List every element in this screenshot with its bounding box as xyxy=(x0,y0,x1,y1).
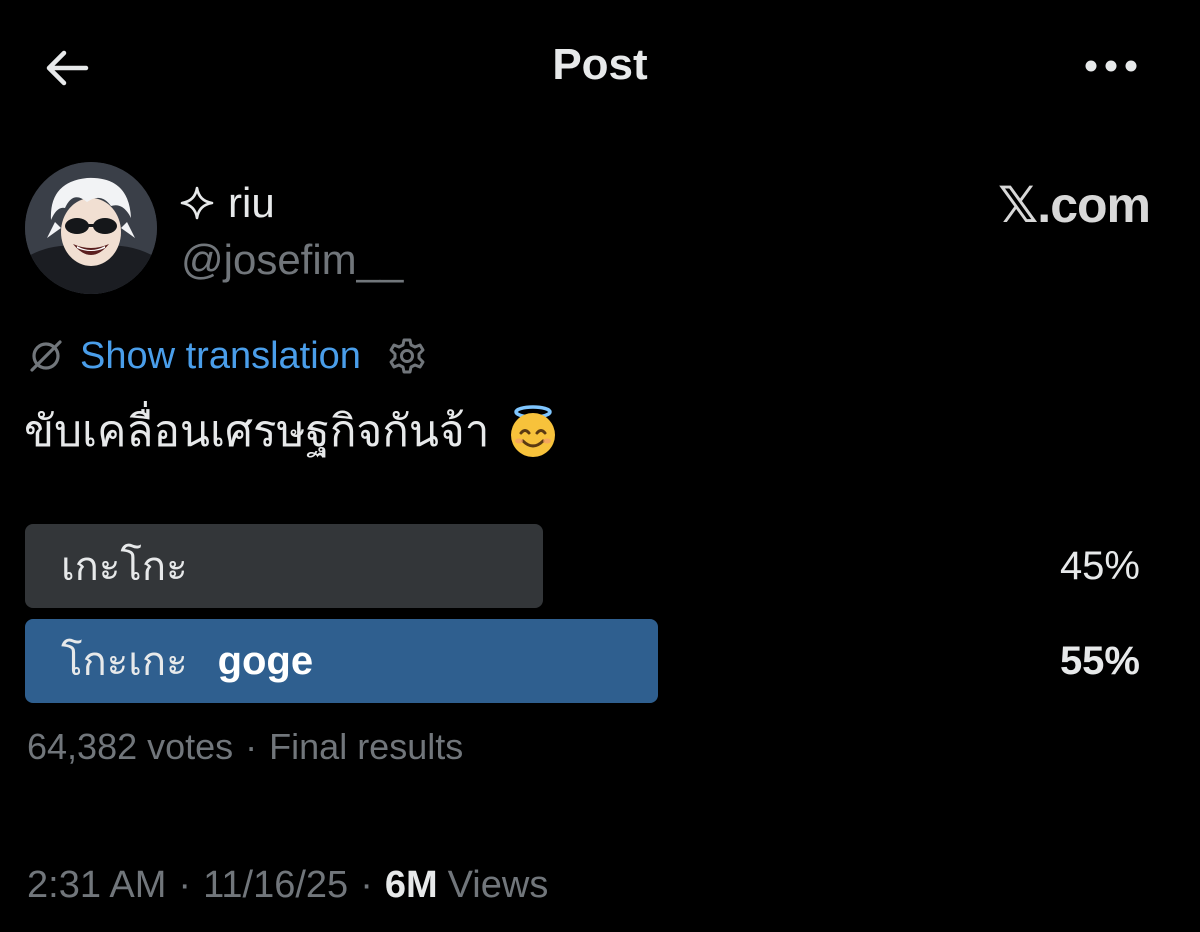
poll-option-text: เกะโกะ xyxy=(61,544,188,590)
post-time[interactable]: 2:31 AM xyxy=(27,864,166,907)
brand-logo: 𝕏 xyxy=(998,176,1038,234)
post-date[interactable]: 11/16/25 xyxy=(203,864,348,907)
page-title: Post xyxy=(552,40,648,89)
poll-status: Final results xyxy=(269,726,464,767)
poll-option[interactable]: เกะโกะ 45% xyxy=(25,524,1140,608)
views-count: 6M xyxy=(384,864,438,906)
back-button[interactable] xyxy=(36,42,96,94)
smiling-halo-emoji-icon xyxy=(511,405,556,457)
poll-option-label: โกะเกะ goge xyxy=(61,629,313,693)
display-name-text: riu xyxy=(228,179,275,226)
views-label: Views xyxy=(447,864,549,906)
translation-row: Show translation xyxy=(28,332,429,380)
poll-option-extra-text: goge xyxy=(217,638,314,683)
post-metadata: 2:31 AM · 11/16/25 · 6M Views xyxy=(27,864,549,907)
poll-option-text: โกะเกะ xyxy=(61,639,188,685)
more-dots-icon xyxy=(1085,60,1137,72)
display-name[interactable]: riu xyxy=(180,178,275,228)
more-options-button[interactable] xyxy=(1078,44,1144,88)
translate-globe-icon xyxy=(30,340,62,372)
show-translation-link[interactable]: Show translation xyxy=(80,335,361,378)
gear-icon xyxy=(389,338,425,374)
poll-option-label: เกะโกะ xyxy=(61,534,188,598)
avatar-icon xyxy=(25,162,157,294)
arrow-left-icon xyxy=(46,50,89,86)
poll-summary: 64,382 votes · Final results xyxy=(27,726,464,767)
user-handle[interactable]: @josefim__ xyxy=(181,236,403,284)
poll-option-percent: 45% xyxy=(1059,543,1140,588)
post-text: ขับเคลื่อนเศรษฐกิจกันจ้า xyxy=(24,396,561,466)
poll-votes: 64,382 votes xyxy=(27,726,234,767)
brand-domain: .com xyxy=(1037,177,1151,233)
avatar[interactable] xyxy=(25,162,157,294)
translation-settings-button[interactable] xyxy=(385,334,429,378)
poll-option-winner[interactable]: โกะเกะ goge 55% xyxy=(25,619,1140,703)
brand-watermark: 𝕏.com xyxy=(960,176,1151,234)
post-text-content: ขับเคลื่อนเศรษฐกิจกันจ้า xyxy=(24,406,490,457)
poll-option-percent: 55% xyxy=(1059,638,1140,683)
sparkle-icon xyxy=(180,186,214,220)
